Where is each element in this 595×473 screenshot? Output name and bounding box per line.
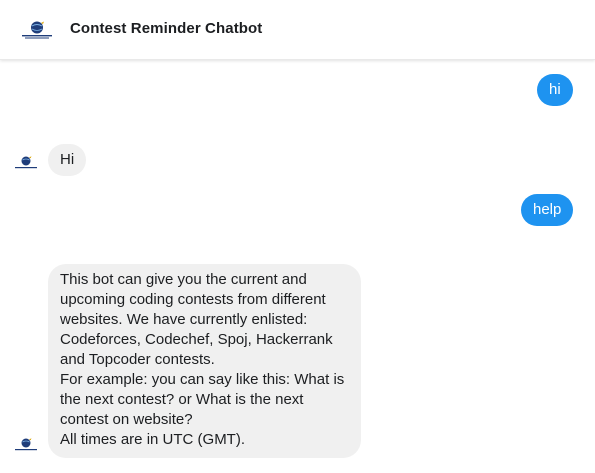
help-message-paragraph: This bot can give you the current and up… xyxy=(60,271,333,368)
user-message-bubble: hi xyxy=(537,74,573,106)
chat-title: Contest Reminder Chatbot xyxy=(70,20,263,37)
bot-avatar-icon xyxy=(15,438,37,451)
bot-avatar-icon xyxy=(15,156,37,169)
bot-message-bubble: Hi xyxy=(48,144,87,176)
contest-reminder-logo-icon xyxy=(22,21,52,39)
user-message-bubble: help xyxy=(521,194,574,226)
help-message-paragraph: For example: you can say like this: What… xyxy=(60,371,345,428)
chat-header: Contest Reminder Chatbot xyxy=(0,0,595,60)
bot-help-message-bubble: This bot can give you the current and up… xyxy=(48,264,361,458)
help-message-paragraph: All times are in UTC (GMT). xyxy=(60,431,246,448)
